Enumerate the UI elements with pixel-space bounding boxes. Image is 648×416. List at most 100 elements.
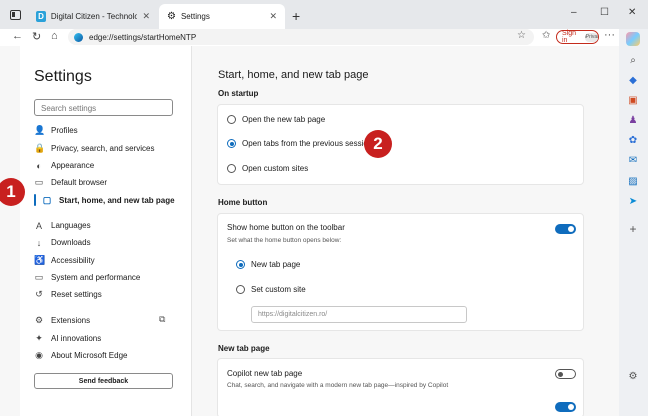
- inprivate-badge: InPrivate: [584, 32, 598, 42]
- lock-icon: 🔒: [34, 143, 46, 153]
- option-label: New tab page: [251, 260, 301, 269]
- radio-button[interactable]: [227, 164, 236, 173]
- more-options-icon[interactable]: ···: [604, 29, 615, 41]
- designer-icon[interactable]: ▨: [626, 174, 640, 188]
- address-bar[interactable]: edge://settings/startHomeNTP: [68, 29, 534, 45]
- sidebar-item-label: Appearance: [51, 161, 95, 170]
- tab-settings[interactable]: ⚙ Settings ✕: [159, 4, 285, 29]
- sidebar-item-profiles[interactable]: 👤 Profiles: [34, 122, 184, 139]
- option-label: Open tabs from the previous session: [242, 139, 373, 148]
- tab-title: Digital Citizen - Technology expla: [50, 12, 138, 21]
- games-icon[interactable]: ♟: [626, 113, 640, 127]
- new-tab-card: Copilot new tab page Chat, search, and n…: [217, 358, 584, 416]
- startup-option-previous-session[interactable]: Open tabs from the previous session: [227, 139, 372, 148]
- radio-button[interactable]: [227, 139, 236, 148]
- callout-2: 2: [364, 130, 392, 158]
- sidebar-item-ai[interactable]: ✦ AI innovations: [34, 330, 184, 347]
- radio-button[interactable]: [236, 260, 245, 269]
- search-icon[interactable]: ⌕: [626, 53, 640, 67]
- copilot-label: Copilot new tab page: [227, 369, 303, 378]
- close-tab-icon[interactable]: ✕: [269, 11, 277, 22]
- radio-button[interactable]: [236, 285, 245, 294]
- sign-in-button[interactable]: Sign in InPrivate: [556, 30, 599, 44]
- tab-title: Settings: [180, 12, 210, 21]
- copilot-row: Copilot new tab page: [227, 369, 302, 378]
- copilot-icon[interactable]: [626, 32, 640, 46]
- tab-digital-citizen[interactable]: D Digital Citizen - Technology expla ✕: [28, 4, 158, 29]
- close-tab-icon[interactable]: ✕: [142, 11, 150, 22]
- sidebar-item-label: Start, home, and new tab page: [59, 196, 175, 205]
- system-icon: ▭: [34, 272, 44, 282]
- sidebar-item-label: Accessibility: [51, 256, 95, 265]
- digital-citizen-favicon-icon: D: [36, 11, 46, 22]
- external-link-icon[interactable]: ⧉: [159, 314, 165, 325]
- tab-actions-icon[interactable]: [10, 10, 21, 20]
- send-feedback-button[interactable]: Send feedback: [34, 373, 173, 389]
- favorite-star-icon[interactable]: ☆: [517, 30, 526, 41]
- minimize-button[interactable]: –: [571, 7, 577, 18]
- tag-icon[interactable]: ◆: [626, 73, 640, 87]
- startup-option-new-tab[interactable]: Open the new tab page: [227, 115, 325, 124]
- copilot-toggle[interactable]: [555, 369, 576, 379]
- back-icon[interactable]: ←: [12, 30, 23, 42]
- outlook-icon[interactable]: ✉: [626, 153, 640, 167]
- sidebar-item-reset[interactable]: ↺ Reset settings: [34, 286, 184, 303]
- startup-heading: On startup: [218, 89, 259, 98]
- home-option-custom-site[interactable]: Set custom site: [236, 285, 306, 294]
- sidebar-item-label: AI innovations: [51, 334, 102, 343]
- drop-icon[interactable]: ➤: [626, 194, 640, 208]
- profile-icon: 👤: [34, 125, 46, 135]
- home-icon: ▢: [42, 195, 52, 205]
- sidebar-item-about[interactable]: ◉ About Microsoft Edge: [34, 347, 184, 364]
- sidebar-item-default-browser[interactable]: ▭ Default browser: [34, 174, 184, 191]
- favorites-icon[interactable]: ✩: [542, 30, 550, 41]
- sidebar-item-accessibility[interactable]: ♿ Accessibility: [34, 252, 184, 269]
- sidebar-item-label: About Microsoft Edge: [51, 351, 128, 360]
- refresh-icon[interactable]: ↻: [32, 30, 41, 43]
- accessibility-icon: ♿: [34, 255, 46, 265]
- sidebar-item-start-home[interactable]: ▢ Start, home, and new tab page: [42, 192, 192, 209]
- edge-icon: ◉: [35, 350, 43, 360]
- new-tab-heading: New tab page: [218, 344, 270, 353]
- settings-title: Settings: [34, 68, 92, 85]
- toolbox-icon[interactable]: ▣: [626, 93, 640, 107]
- sidebar-item-downloads[interactable]: ↓ Downloads: [34, 234, 184, 251]
- language-icon: A: [35, 220, 42, 231]
- sidebar-item-label: Profiles: [51, 126, 78, 135]
- toolbar: ← ↻ ⌂ edge://settings/startHomeNTP ☆ ✩ S…: [0, 29, 619, 46]
- microsoft365-icon[interactable]: ✿: [626, 133, 640, 147]
- home-icon[interactable]: ⌂: [51, 30, 58, 42]
- maximize-button[interactable]: ☐: [600, 7, 609, 18]
- custom-site-input[interactable]: https://digitalcitizen.ro/: [251, 306, 467, 323]
- sidebar-rail: ⌕ ◆ ▣ ♟ ✿ ✉ ▨ ➤ + ⚙: [619, 29, 648, 416]
- sidebar-item-label: Downloads: [51, 238, 91, 247]
- new-tab-button[interactable]: +: [292, 8, 300, 24]
- settings-sidebar: Settings Search settings 👤 Profiles 🔒 Priv…: [20, 46, 192, 416]
- rail-settings-icon[interactable]: ⚙: [626, 369, 640, 383]
- sign-in-label: Sign in: [562, 30, 577, 44]
- edge-icon: [74, 32, 83, 42]
- option-label: Open custom sites: [242, 164, 309, 173]
- radio-button[interactable]: [227, 115, 236, 124]
- sidebar-item-privacy[interactable]: 🔒 Privacy, search, and services: [34, 140, 184, 157]
- add-icon[interactable]: +: [626, 222, 640, 236]
- browser-icon: ▭: [34, 177, 44, 187]
- startup-option-custom-sites[interactable]: Open custom sites: [227, 164, 308, 173]
- home-description: Set what the home button opens below:: [227, 237, 342, 244]
- extensions-icon: ⚙: [34, 315, 44, 325]
- home-option-new-tab[interactable]: New tab page: [236, 260, 300, 269]
- home-button-toggle[interactable]: [555, 224, 576, 234]
- sidebar-item-appearance[interactable]: ◐ Appearance: [34, 157, 184, 174]
- next-setting-toggle[interactable]: [555, 402, 576, 412]
- settings-page: Settings Search settings 👤 Profiles 🔒 Priv…: [0, 46, 619, 416]
- sidebar-item-languages[interactable]: A Languages: [34, 217, 184, 234]
- sidebar-item-system[interactable]: ▭ System and performance: [34, 269, 184, 286]
- palette-icon: ◐: [36, 160, 42, 171]
- home-toggle-label: Show home button on the toolbar: [227, 223, 345, 232]
- option-label: Set custom site: [251, 285, 306, 294]
- download-icon: ↓: [36, 237, 42, 248]
- close-window-button[interactable]: ✕: [628, 7, 636, 18]
- home-button-card: Show home button on the toolbar Set what…: [217, 213, 584, 331]
- search-settings-input[interactable]: Search settings: [34, 99, 173, 116]
- home-button-heading: Home button: [218, 198, 268, 207]
